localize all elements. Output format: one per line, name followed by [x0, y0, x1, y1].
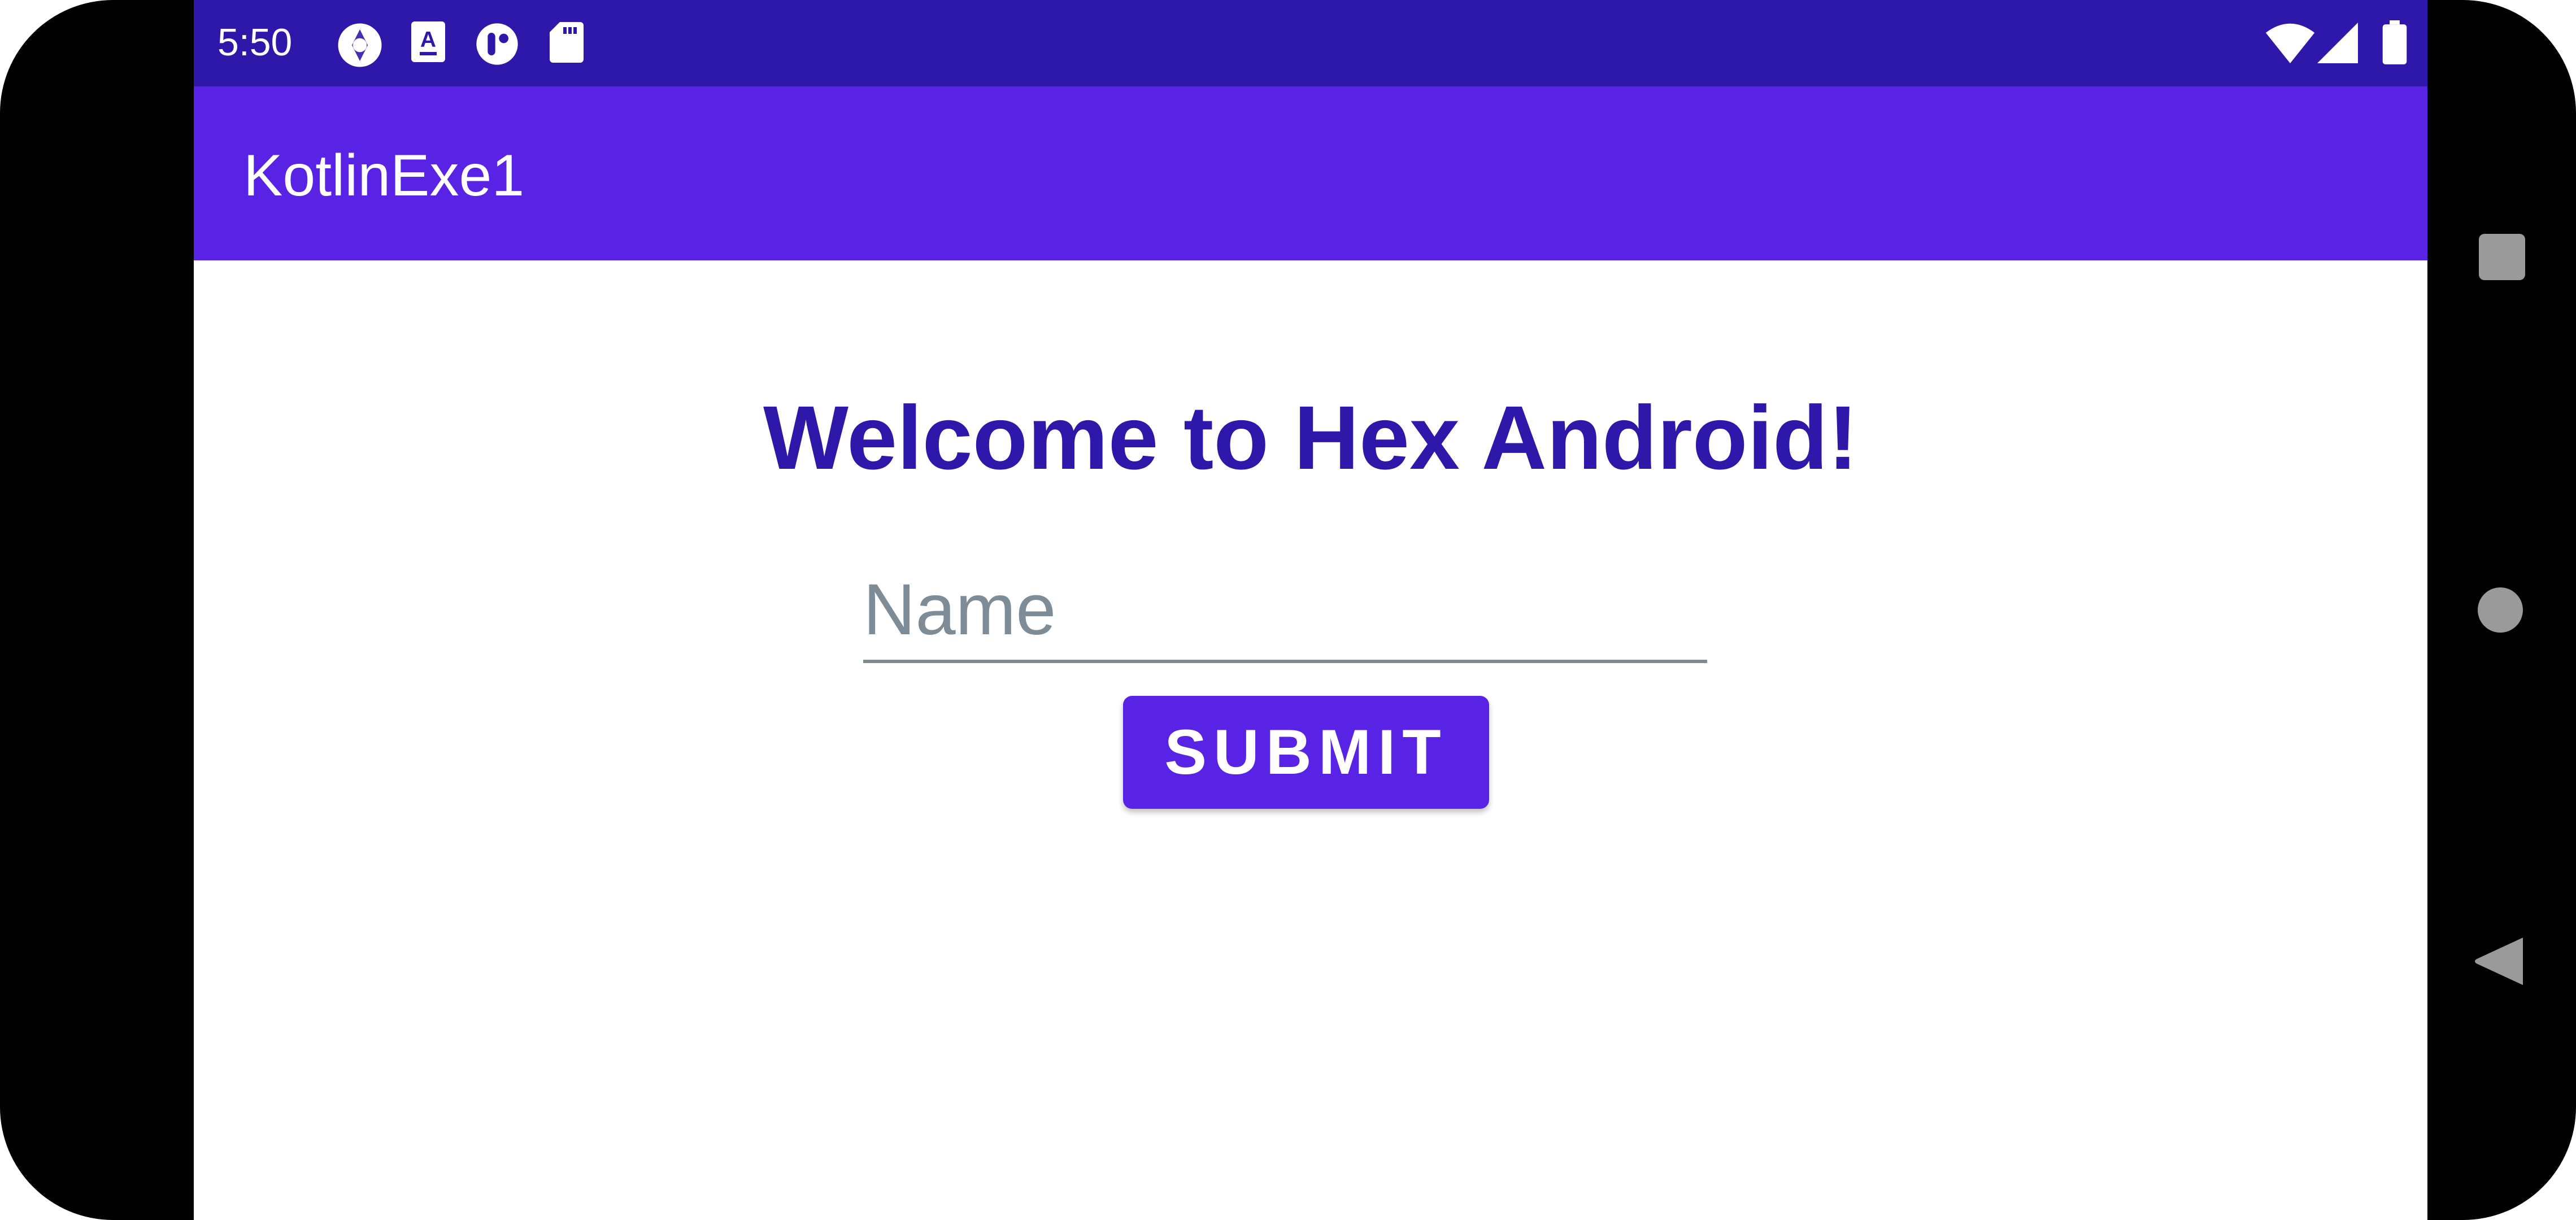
- battery-icon: [2382, 20, 2407, 67]
- welcome-heading: Welcome to Hex Android!: [763, 387, 1858, 488]
- app-badge-icon: [475, 21, 520, 69]
- home-button[interactable]: [2478, 587, 2523, 633]
- text-a-icon: A: [411, 21, 445, 65]
- back-button[interactable]: [2473, 935, 2524, 987]
- name-input[interactable]: [863, 559, 1707, 663]
- left-bezel: [0, 0, 194, 1220]
- app-bar: KotlinExe1: [194, 86, 2427, 260]
- app-title: KotlinExe1: [243, 143, 525, 208]
- wifi-icon: [2265, 23, 2315, 66]
- device-screen: 5:50 A KotlinExe1 Welcome to Hex Android…: [0, 0, 2576, 1220]
- aperture-icon: [336, 21, 384, 72]
- svg-text:A: A: [420, 28, 436, 52]
- recents-button[interactable]: [2479, 234, 2525, 280]
- sd-card-icon: [550, 21, 584, 66]
- submit-button[interactable]: SUBMIT: [1123, 696, 1489, 809]
- cell-signal-icon: [2317, 23, 2358, 66]
- status-time: 5:50: [217, 21, 293, 64]
- status-bar: 5:50 A: [194, 0, 2427, 86]
